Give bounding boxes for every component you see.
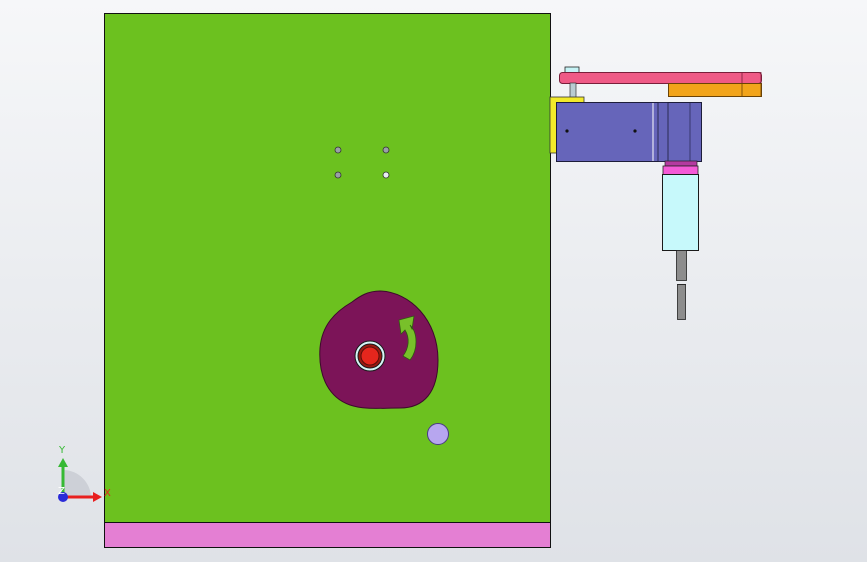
dowel-pin[interactable] bbox=[427, 423, 449, 445]
hole bbox=[382, 146, 390, 154]
cam-hub[interactable] bbox=[360, 346, 380, 366]
screw-hole bbox=[633, 129, 637, 133]
pink-link-bar[interactable] bbox=[559, 72, 762, 84]
hole bbox=[334, 146, 342, 154]
hole bbox=[382, 171, 390, 179]
motor-block-flange bbox=[657, 102, 669, 162]
base-strip[interactable] bbox=[104, 522, 551, 548]
graphics-viewport[interactable]: X Y Z bbox=[0, 0, 867, 562]
motor-shaft[interactable] bbox=[676, 250, 687, 281]
green-plate[interactable] bbox=[104, 13, 551, 524]
z-axis-label: Z bbox=[58, 486, 65, 497]
model-view[interactable]: X Y Z bbox=[0, 0, 867, 562]
y-axis-label: Y bbox=[58, 445, 66, 456]
x-axis-label: X bbox=[104, 488, 111, 499]
coupling-collar bbox=[664, 160, 698, 167]
orange-link-bar[interactable] bbox=[668, 83, 762, 97]
motor-shaft-end bbox=[677, 284, 686, 320]
hole bbox=[334, 171, 342, 179]
stepper-motor-body[interactable] bbox=[662, 174, 699, 251]
screw-hole bbox=[565, 129, 569, 133]
shaft-coupling[interactable] bbox=[662, 165, 699, 176]
motor-block[interactable] bbox=[556, 102, 702, 162]
